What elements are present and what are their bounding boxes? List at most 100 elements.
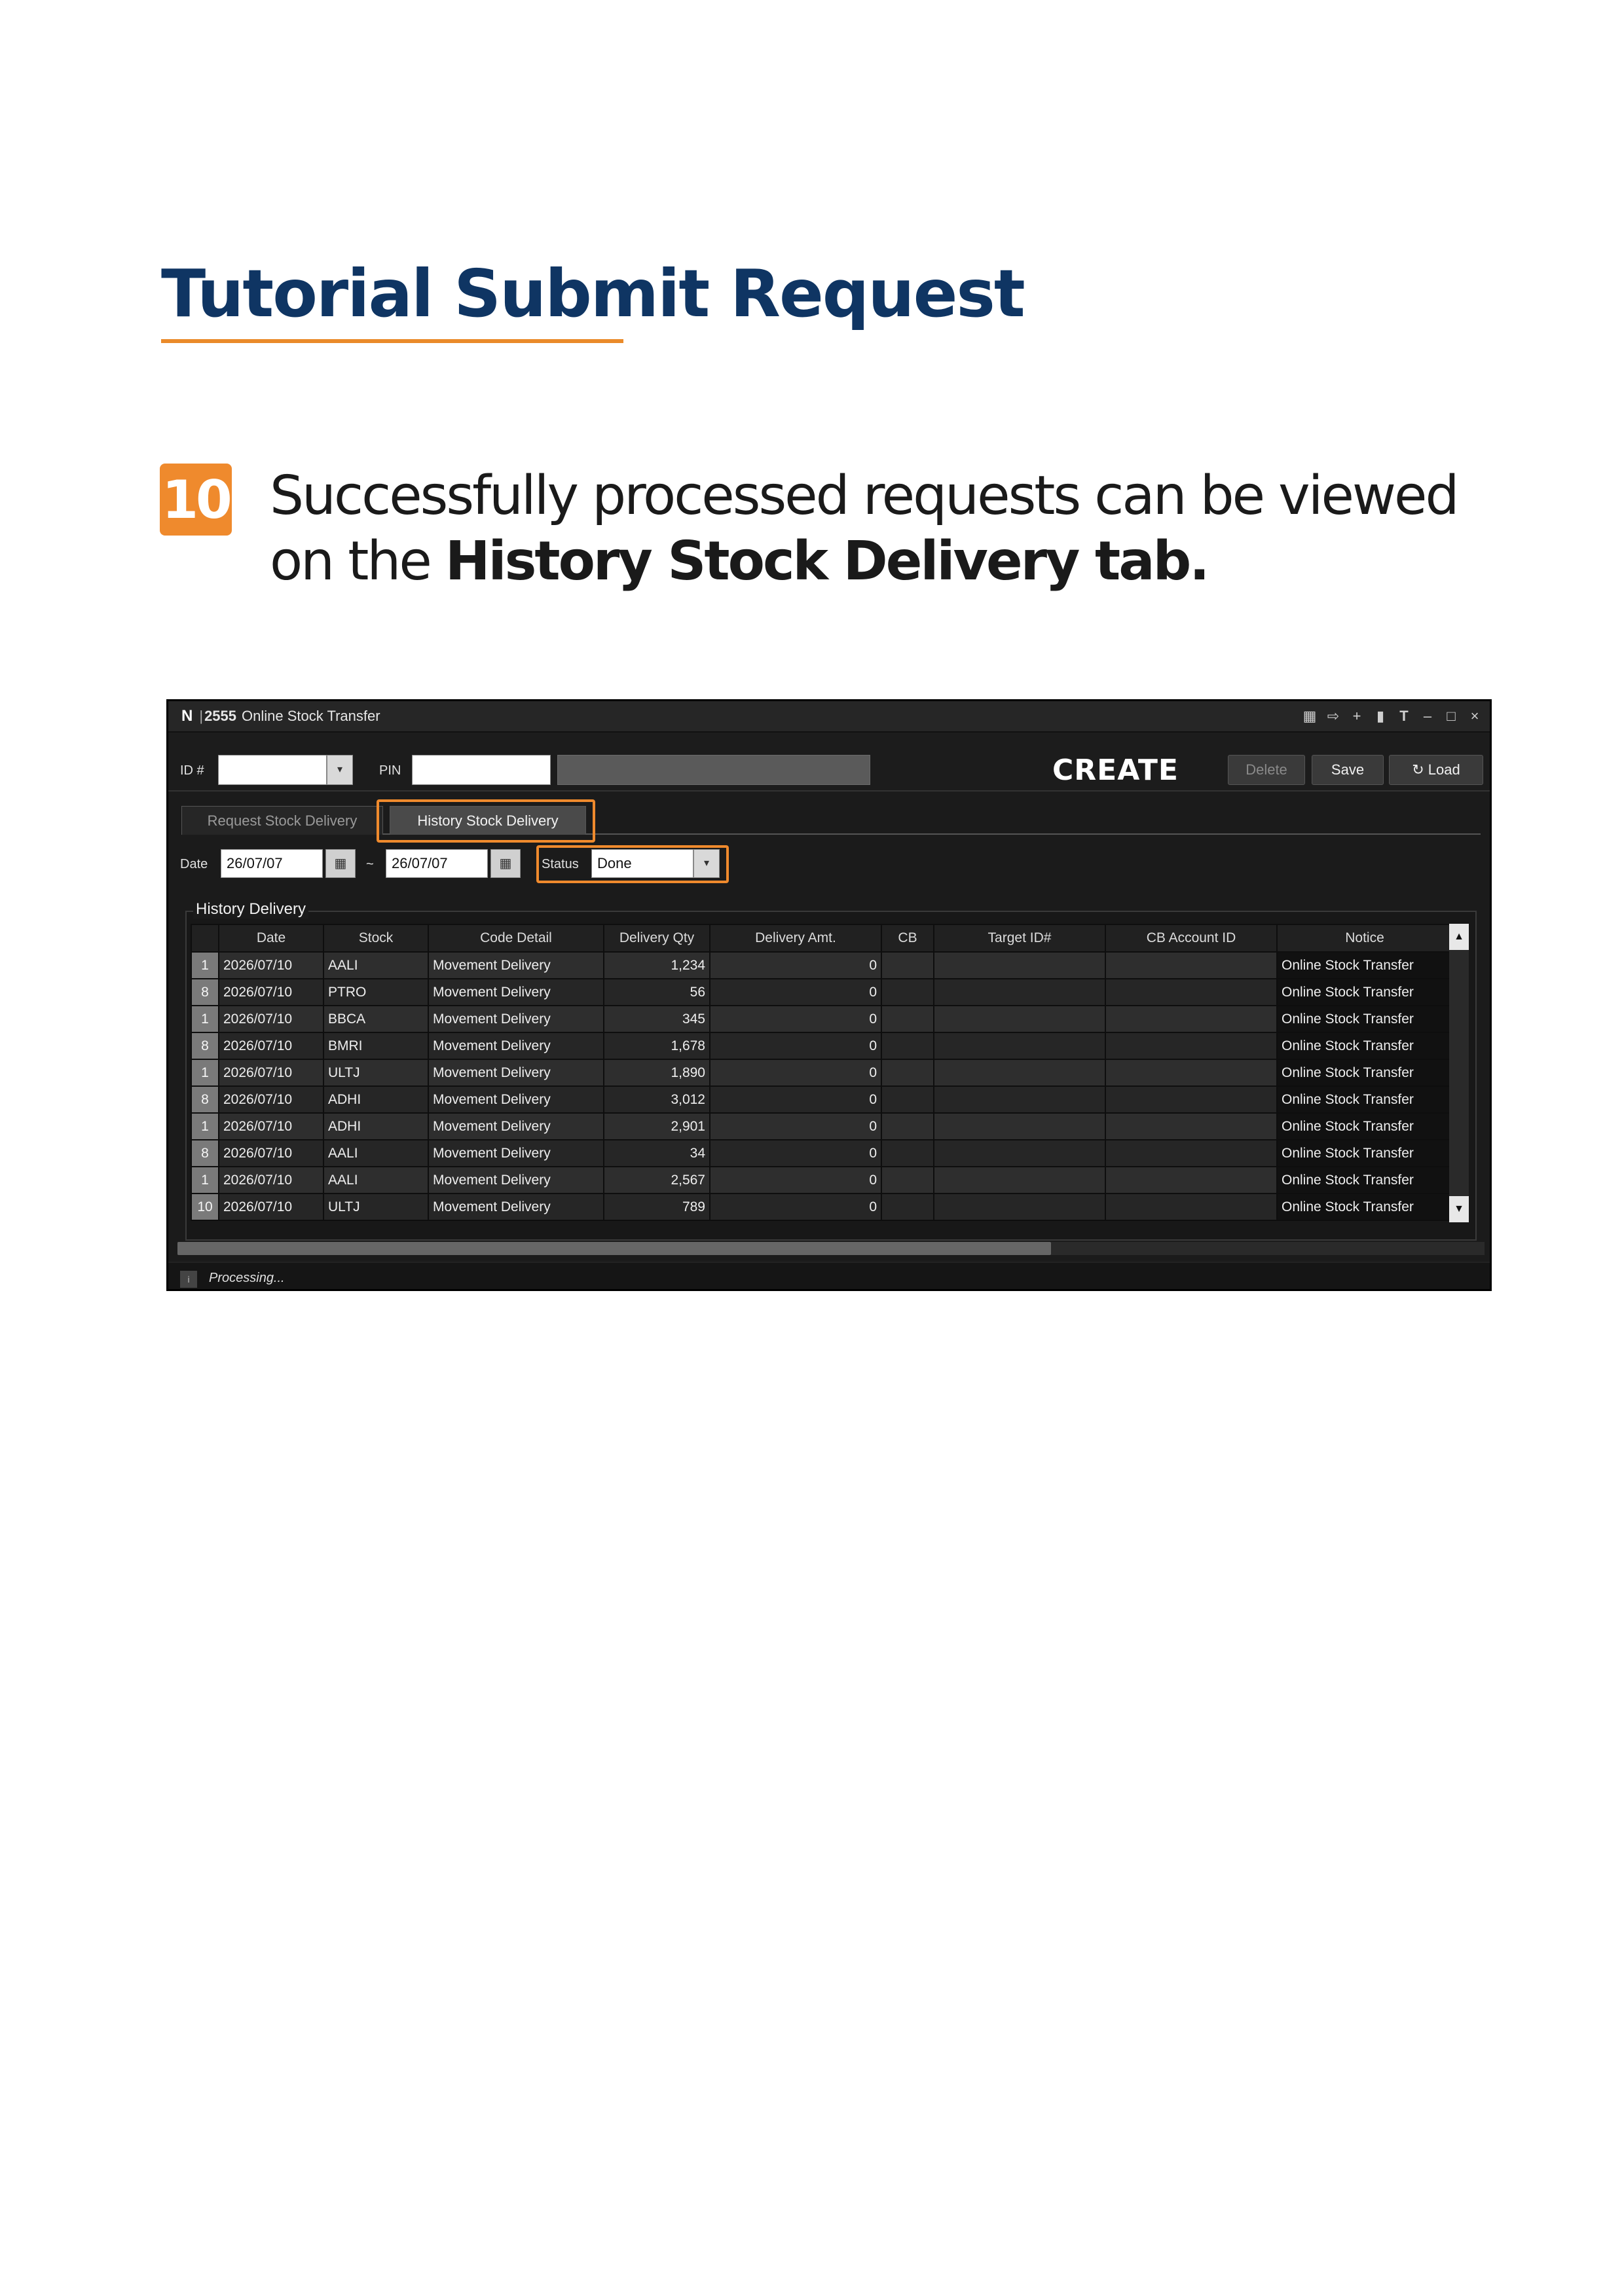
- cell-notice: Online Stock Transfer: [1276, 1005, 1453, 1033]
- table-row[interactable]: 8 2026/07/10 AALI Movement Delivery 34 0 Onlin…: [191, 1139, 1453, 1167]
- cell-code-detail: Movement Delivery: [428, 978, 604, 1006]
- tab-request-stock-delivery[interactable]: Request Stock Delivery: [181, 806, 383, 835]
- status-bar: i Processing...: [168, 1262, 1490, 1289]
- cell-delivery-amt: 0: [709, 1139, 882, 1167]
- cell-notice: Online Stock Transfer: [1276, 1193, 1453, 1221]
- table-row[interactable]: 8 2026/07/10 ADHI Movement Delivery 3,012 0 On…: [191, 1085, 1453, 1114]
- cell-delivery-amt: 0: [709, 978, 882, 1006]
- title-underline: [161, 339, 623, 343]
- account-name-field: [557, 755, 870, 785]
- mode-label: CREATE: [1052, 754, 1179, 787]
- cell-delivery-qty: 3,012: [603, 1085, 710, 1114]
- step-description: Successfully processed requests can be v…: [270, 464, 1514, 594]
- id-dropdown-button[interactable]: ▾: [327, 755, 353, 785]
- horizontal-scrollbar[interactable]: [177, 1242, 1485, 1255]
- table-row[interactable]: 10 2026/07/10 ULTJ Movement Delivery 789 0 Onl…: [191, 1193, 1453, 1221]
- cell-cb: [881, 1166, 934, 1194]
- cell-delivery-amt: 0: [709, 1166, 882, 1194]
- id-input[interactable]: [218, 755, 327, 785]
- cell-date: 2026/07/10: [218, 1139, 324, 1167]
- cell-notice: Online Stock Transfer: [1276, 951, 1453, 979]
- calendar-to-button[interactable]: ▦: [490, 849, 521, 878]
- cell-target-id: [933, 1166, 1106, 1194]
- cell-index: 8: [191, 1085, 219, 1114]
- cell-cb: [881, 1005, 934, 1033]
- cell-stock: AALI: [323, 1139, 429, 1167]
- step-text-bold: History Stock Delivery tab.: [445, 530, 1210, 592]
- cell-delivery-amt: 0: [709, 1005, 882, 1033]
- col-header-cb[interactable]: CB: [881, 924, 934, 953]
- screen-code: 2555: [204, 708, 237, 724]
- id-label: ID #: [180, 763, 204, 778]
- date-from-input[interactable]: 26/07/07: [221, 849, 323, 878]
- cell-date: 2026/07/10: [218, 978, 324, 1006]
- status-message: Processing...: [209, 1271, 285, 1285]
- col-header-code-detail[interactable]: Code Detail: [428, 924, 604, 953]
- col-header-delivery-qty[interactable]: Delivery Qty: [603, 924, 710, 953]
- trash-icon[interactable]: ▮: [1373, 708, 1388, 725]
- cell-notice: Online Stock Transfer: [1276, 1032, 1453, 1060]
- cell-date: 2026/07/10: [218, 1059, 324, 1087]
- page-title: Tutorial Submit Request: [161, 255, 1025, 332]
- chevron-down-icon: ▾: [337, 764, 343, 775]
- title-separator: |: [199, 708, 204, 724]
- cell-delivery-qty: 2,567: [603, 1166, 710, 1194]
- cell-code-detail: Movement Delivery: [428, 1166, 604, 1194]
- save-button[interactable]: Save: [1312, 755, 1384, 785]
- pin-input[interactable]: [412, 755, 551, 785]
- col-header-target-id[interactable]: Target ID#: [933, 924, 1106, 953]
- table-row[interactable]: 1 2026/07/10 ADHI Movement Delivery 2,901 0 On…: [191, 1112, 1453, 1140]
- col-header-cb-account-id[interactable]: CB Account ID: [1105, 924, 1278, 953]
- cell-delivery-qty: 56: [603, 978, 710, 1006]
- window-titlebar: N | 2555 Online Stock Transfer ▦ ⇨ + ▮ T…: [168, 701, 1490, 733]
- minimize-icon[interactable]: –: [1420, 708, 1435, 725]
- delete-button[interactable]: Delete: [1228, 755, 1305, 785]
- cell-delivery-qty: 2,901: [603, 1112, 710, 1140]
- cell-cb-account-id: [1105, 1032, 1278, 1060]
- cell-cb: [881, 1139, 934, 1167]
- cell-target-id: [933, 1059, 1106, 1087]
- cell-cb-account-id: [1105, 1166, 1278, 1194]
- table-row[interactable]: 8 2026/07/10 BMRI Movement Delivery 1,678 0 On…: [191, 1032, 1453, 1060]
- cell-stock: BMRI: [323, 1032, 429, 1060]
- table-row[interactable]: 1 2026/07/10 AALI Movement Delivery 2,567 0 On…: [191, 1166, 1453, 1194]
- cell-cb-account-id: [1105, 978, 1278, 1006]
- cell-code-detail: Movement Delivery: [428, 1139, 604, 1167]
- table-row[interactable]: 1 2026/07/10 BBCA Movement Delivery 345 0 Onli…: [191, 1005, 1453, 1033]
- col-header-notice[interactable]: Notice: [1276, 924, 1453, 953]
- vertical-scrollbar[interactable]: ▲ ▼: [1449, 924, 1469, 1222]
- calendar-from-button[interactable]: ▦: [325, 849, 356, 878]
- cell-code-detail: Movement Delivery: [428, 1112, 604, 1140]
- cell-code-detail: Movement Delivery: [428, 1032, 604, 1060]
- scroll-up-icon[interactable]: ▲: [1449, 924, 1469, 950]
- calendar-icon: ▦: [334, 856, 347, 871]
- close-icon[interactable]: ×: [1467, 708, 1482, 725]
- cell-cb: [881, 1112, 934, 1140]
- cell-notice: Online Stock Transfer: [1276, 1139, 1453, 1167]
- scroll-down-icon[interactable]: ▼: [1449, 1196, 1469, 1222]
- cell-delivery-qty: 789: [603, 1193, 710, 1221]
- table-row[interactable]: 1 2026/07/10 ULTJ Movement Delivery 1,890 0 On…: [191, 1059, 1453, 1087]
- load-button[interactable]: ↻ Load: [1389, 755, 1483, 785]
- font-size-icon[interactable]: T: [1397, 708, 1411, 725]
- grid-icon[interactable]: ▦: [1302, 708, 1317, 725]
- date-label: Date: [180, 857, 208, 871]
- table-row[interactable]: 1 2026/07/10 AALI Movement Delivery 1,234 0 On…: [191, 951, 1453, 979]
- plus-icon[interactable]: +: [1350, 708, 1364, 725]
- exit-icon[interactable]: ⇨: [1326, 708, 1340, 725]
- cell-notice: Online Stock Transfer: [1276, 1166, 1453, 1194]
- maximize-icon[interactable]: □: [1444, 708, 1458, 725]
- cell-cb-account-id: [1105, 1112, 1278, 1140]
- horizontal-scroll-thumb[interactable]: [177, 1242, 1051, 1255]
- col-header-index: [191, 924, 219, 953]
- cell-delivery-amt: 0: [709, 1032, 882, 1060]
- cell-code-detail: Movement Delivery: [428, 951, 604, 979]
- col-header-date[interactable]: Date: [218, 924, 324, 953]
- cell-target-id: [933, 1085, 1106, 1114]
- table-row[interactable]: 8 2026/07/10 PTRO Movement Delivery 56 0 Onlin…: [191, 978, 1453, 1006]
- cell-target-id: [933, 1112, 1106, 1140]
- col-header-delivery-amt[interactable]: Delivery Amt.: [709, 924, 882, 953]
- date-to-input[interactable]: 26/07/07: [386, 849, 488, 878]
- col-header-stock[interactable]: Stock: [323, 924, 429, 953]
- cell-date: 2026/07/10: [218, 1085, 324, 1114]
